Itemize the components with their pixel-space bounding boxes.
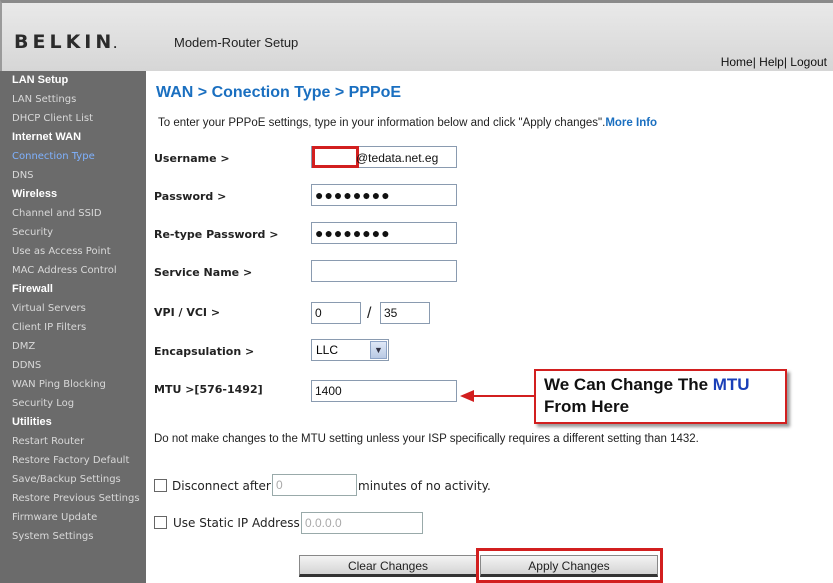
sidebar-item-use-as-access-point[interactable]: Use as Access Point — [0, 242, 146, 261]
sidebar-item-ddns[interactable]: DDNS — [0, 356, 146, 375]
mtu-input[interactable]: 1400 — [311, 380, 457, 402]
sidebar-section-utilities: Utilities — [12, 416, 52, 428]
username-label: Username > — [154, 152, 230, 165]
mtu-note: Do not make changes to the MTU setting u… — [154, 433, 699, 445]
mtu-callout: We Can Change The MTU From Here — [534, 369, 787, 424]
username-highlight-box — [312, 146, 359, 168]
vpi-vci-label: VPI / VCI > — [154, 306, 221, 319]
username-domain: @tedata.net.eg — [356, 151, 439, 165]
sidebar-item-channel-and-ssid[interactable]: Channel and SSID — [0, 204, 146, 223]
service-name-input[interactable] — [311, 260, 457, 282]
sidebar-item-lan-settings[interactable]: LAN Settings — [0, 90, 146, 109]
sidebar-item-firmware-update[interactable]: Firmware Update — [0, 508, 146, 527]
sidebar-item-system-settings[interactable]: System Settings — [0, 527, 146, 546]
vpi-input[interactable]: 0 — [311, 302, 361, 324]
vci-input[interactable]: 35 — [380, 302, 430, 324]
sidebar-item-virtual-servers[interactable]: Virtual Servers — [0, 299, 146, 318]
encapsulation-select[interactable]: LLC ▼ — [311, 339, 389, 361]
retype-password-input[interactable]: ●●●●●●●● — [311, 222, 457, 244]
sidebar-item-mac-address-control[interactable]: MAC Address Control — [0, 261, 146, 280]
more-info-link[interactable]: More Info — [605, 117, 657, 129]
retype-password-label: Re-type Password > — [154, 228, 279, 241]
sidebar-section-internet-wan: Internet WAN — [12, 131, 82, 143]
password-label: Password > — [154, 190, 227, 203]
sidebar-item-restore-previous-settings[interactable]: Restore Previous Settings — [0, 489, 146, 508]
main-content: WAN > Conection Type > PPPoE To enter yo… — [146, 71, 833, 583]
sidebar-section-lan-setup: LAN Setup — [12, 74, 69, 86]
sidebar-item-restore-factory-default[interactable]: Restore Factory Default — [0, 451, 146, 470]
sidebar-item-dhcp-client-list[interactable]: DHCP Client List — [0, 109, 146, 128]
belkin-logo: BELKIN. — [14, 31, 118, 53]
disconnect-label: Disconnect after — [172, 479, 271, 493]
clear-changes-button[interactable]: Clear Changes — [299, 555, 477, 577]
sidebar-item-security-log[interactable]: Security Log — [0, 394, 146, 413]
arrow-left-icon — [460, 390, 536, 402]
sidebar-item-restart-router[interactable]: Restart Router — [0, 432, 146, 451]
help-link[interactable]: Help — [759, 55, 784, 69]
mtu-label: MTU >[576-1492] — [154, 383, 263, 396]
disconnect-checkbox[interactable] — [154, 479, 167, 492]
disconnect-suffix: minutes of no activity. — [358, 479, 491, 493]
sidebar-item-client-ip-filters[interactable]: Client IP Filters — [0, 318, 146, 337]
header: BELKIN. Modem-Router Setup Home| Help| L… — [0, 0, 833, 71]
sidebar-item-wan-ping-blocking[interactable]: WAN Ping Blocking — [0, 375, 146, 394]
logout-link[interactable]: Logout — [790, 55, 827, 69]
sidebar-item-save-backup-settings[interactable]: Save/Backup Settings — [0, 470, 146, 489]
encapsulation-label: Encapsulation > — [154, 345, 255, 358]
sidebar-item-dmz[interactable]: DMZ — [0, 337, 146, 356]
chevron-down-icon[interactable]: ▼ — [370, 341, 387, 359]
sidebar-section-wireless: Wireless — [12, 188, 58, 200]
sidebar-item-dns[interactable]: DNS — [0, 166, 146, 185]
vpi-vci-separator: / — [367, 305, 372, 322]
page-title: WAN > Conection Type > PPPoE — [156, 84, 402, 101]
product-title: Modem-Router Setup — [174, 35, 299, 50]
sidebar-item-connection-type[interactable]: Connection Type — [0, 147, 146, 166]
apply-highlight-box — [476, 548, 663, 583]
static-ip-checkbox[interactable] — [154, 516, 167, 529]
intro-text: To enter your PPPoE settings, type in yo… — [158, 117, 658, 129]
password-input[interactable]: ●●●●●●●● — [311, 184, 457, 206]
sidebar-nav: LAN Setup LAN Settings DHCP Client List Int… — [0, 71, 146, 583]
disconnect-minutes-input[interactable]: 0 — [272, 474, 357, 496]
sidebar-section-firewall: Firewall — [12, 283, 53, 295]
home-link[interactable]: Home — [721, 55, 753, 69]
service-name-label: Service Name > — [154, 266, 253, 279]
top-links: Home| Help| Logout — [720, 55, 827, 69]
static-ip-input[interactable]: 0.0.0.0 — [301, 512, 423, 534]
sidebar-item-security[interactable]: Security — [0, 223, 146, 242]
static-ip-label: Use Static IP Address — [173, 516, 300, 530]
